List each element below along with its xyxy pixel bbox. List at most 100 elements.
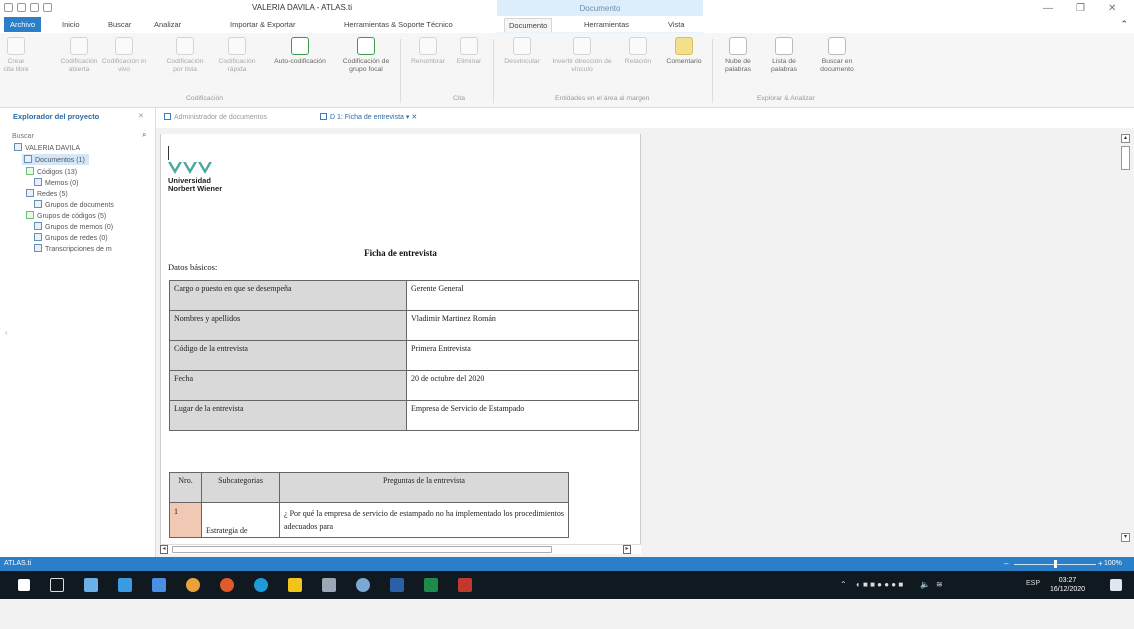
firefox-icon[interactable] xyxy=(186,578,200,592)
atlas-ti-taskbar-icon[interactable] xyxy=(458,578,472,592)
vertical-scroll-thumb[interactable] xyxy=(1121,146,1130,170)
tab-documento[interactable]: Documento xyxy=(504,18,553,32)
tray-icons[interactable]: ◐ ■ ■ ● ● ● ■ xyxy=(856,580,916,589)
tree-item-memos[interactable]: Memos (0) xyxy=(34,178,78,187)
notifications-icon[interactable] xyxy=(1110,579,1122,591)
status-app-name: ATLAS.ti xyxy=(4,560,32,567)
comentario-button[interactable]: Comentario xyxy=(662,37,706,66)
tree-item-grupos-memos[interactable]: Grupos de memos (0) xyxy=(34,222,113,231)
tree-item-grupos-documentos[interactable]: Grupos de documents xyxy=(34,200,114,209)
group-label-codificacion: Codificación xyxy=(186,95,224,102)
clock-time: 03:27 xyxy=(1058,577,1077,584)
scroll-up-icon[interactable]: ▴ xyxy=(1121,134,1130,143)
zoom-in-button[interactable]: + xyxy=(1098,559,1103,568)
app-icon[interactable] xyxy=(322,578,336,592)
undo-icon[interactable] xyxy=(17,3,26,12)
ribbon-collapse-icon[interactable]: ⌃ xyxy=(1120,19,1128,30)
focus-group-icon xyxy=(357,37,375,55)
scroll-down-icon[interactable]: ▾ xyxy=(1121,533,1130,542)
table-cell-subcategoria: Estrategia de xyxy=(201,502,280,538)
invertir-direccion-button[interactable]: Invertir dirección de vínculo xyxy=(548,37,616,74)
start-icon[interactable] xyxy=(18,579,30,591)
codificacion-grupo-focal-button[interactable]: Codificación de grupo focal xyxy=(340,37,392,74)
customize-toolbar-icon[interactable] xyxy=(43,3,52,12)
tab-archivo[interactable]: Archivo xyxy=(4,17,42,32)
edge-icon[interactable] xyxy=(254,578,268,592)
restore-button[interactable]: ❐ xyxy=(1076,3,1085,14)
document-manager-icon xyxy=(164,113,171,120)
nube-palabras-button[interactable]: Nube de palabras xyxy=(718,37,758,74)
tab-inicio[interactable]: Inicio xyxy=(58,18,84,31)
tab-importar-exportar[interactable]: Importar & Exportar xyxy=(226,18,299,31)
panel-resize-handle[interactable]: ‹ xyxy=(5,328,8,337)
project-explorer-title: Explorador del proyecto xyxy=(13,112,100,121)
vertical-scrollbar[interactable]: ▴ ▾ xyxy=(1121,134,1131,544)
task-view-icon[interactable] xyxy=(50,578,64,592)
tab-herramientas[interactable]: Herramientas xyxy=(580,18,633,31)
codificacion-por-lista-button[interactable]: Codificación por lista xyxy=(162,37,208,74)
close-tab-icon[interactable]: ▾ ✕ xyxy=(404,114,417,121)
group-label-cita: Cita xyxy=(453,95,466,102)
language-indicator[interactable]: ESP xyxy=(1026,580,1040,587)
horizontal-scroll-thumb[interactable] xyxy=(172,546,552,553)
auto-codificacion-button[interactable]: Auto-codificación xyxy=(268,37,332,66)
file-explorer-icon[interactable] xyxy=(288,578,302,592)
tab-administrador-documentos[interactable]: Administrador de documentos xyxy=(164,113,267,121)
close-panel-icon[interactable]: ✕ xyxy=(138,112,144,120)
bottom-background xyxy=(0,599,1134,629)
eliminar-button[interactable]: Eliminar xyxy=(452,37,486,66)
word-icon[interactable] xyxy=(390,578,404,592)
scroll-right-icon[interactable]: ▸ xyxy=(623,545,631,554)
tab-analizar[interactable]: Analizar xyxy=(150,18,185,31)
lista-palabras-button[interactable]: Lista de palabras xyxy=(764,37,804,74)
buscar-documento-button[interactable]: Buscar en documento xyxy=(810,37,864,74)
mail-icon[interactable] xyxy=(152,578,166,592)
zoom-slider-knob[interactable] xyxy=(1054,560,1057,568)
chrome-icon[interactable] xyxy=(220,578,234,592)
codificacion-rapida-button[interactable]: Codificación rápida xyxy=(212,37,262,74)
store-icon[interactable] xyxy=(118,578,132,592)
tree-item-redes[interactable]: Redes (5) xyxy=(26,189,68,198)
zoom-out-button[interactable]: – xyxy=(1004,559,1008,568)
ribbon-separator xyxy=(712,39,713,103)
tree-item-grupos-codigos[interactable]: Grupos de códigos (5) xyxy=(26,211,106,220)
tab-vista[interactable]: Vista xyxy=(664,18,689,31)
search-icon[interactable]: ⌕ xyxy=(142,130,146,140)
tree-item-grupos-redes[interactable]: Grupos de redes (0) xyxy=(34,233,108,242)
word-cloud-icon xyxy=(729,37,747,55)
close-button[interactable]: ✕ xyxy=(1108,3,1116,14)
auto-coding-icon xyxy=(291,37,309,55)
tab-ficha-entrevista[interactable]: D 1: Ficha de entrevista ▾ ✕ xyxy=(320,113,417,121)
memo-groups-icon xyxy=(34,222,42,230)
rename-icon xyxy=(419,37,437,55)
scroll-left-icon[interactable]: ◂ xyxy=(160,545,168,554)
save-icon[interactable] xyxy=(4,3,13,12)
tab-herramientas-soporte[interactable]: Herramientas & Soporte Técnico xyxy=(340,18,457,31)
dropbox-icon[interactable] xyxy=(84,578,98,592)
horizontal-scrollbar[interactable]: ◂ ▸ xyxy=(160,544,641,554)
codificacion-in-vivo-button[interactable]: Codificación in vivo xyxy=(101,37,147,74)
project-search-input[interactable] xyxy=(12,130,150,142)
group-label-entidades: Entidades en el área al margen xyxy=(555,95,650,102)
relacion-button[interactable]: Relación xyxy=(620,37,656,66)
tray-chevron-icon[interactable]: ⌃ xyxy=(840,580,847,589)
table-cell-label: Nombres y apellidos xyxy=(169,310,407,341)
tree-item-documentos[interactable]: Documentos (1) xyxy=(22,154,89,165)
wifi-icon[interactable]: ≋ xyxy=(936,580,943,589)
renombrar-button[interactable]: Renombrar xyxy=(408,37,448,66)
volume-icon[interactable]: 🔈 xyxy=(920,580,930,589)
tree-item-codigos[interactable]: Códigos (13) xyxy=(26,167,77,176)
document-page[interactable]: Universidad Norbert Wiener Ficha de entr… xyxy=(160,134,641,544)
excel-icon[interactable] xyxy=(424,578,438,592)
clock[interactable]: 03:27 16/12/2020 xyxy=(1050,576,1085,594)
crear-cita-libre-button[interactable]: Crear cita libre xyxy=(3,37,29,74)
tree-item-project[interactable]: VALERIA DAVILA xyxy=(14,143,80,152)
tab-buscar[interactable]: Buscar xyxy=(104,18,135,31)
tree-item-transcripciones[interactable]: Transcripciones de m xyxy=(34,244,112,253)
minimize-button[interactable]: — xyxy=(1043,3,1053,14)
desvincular-button[interactable]: Desvincular xyxy=(500,37,544,66)
browser-icon[interactable] xyxy=(356,578,370,592)
invert-direction-icon xyxy=(573,37,591,55)
codificacion-abierta-button[interactable]: Codificación abierta xyxy=(58,37,100,74)
redo-icon[interactable] xyxy=(30,3,39,12)
